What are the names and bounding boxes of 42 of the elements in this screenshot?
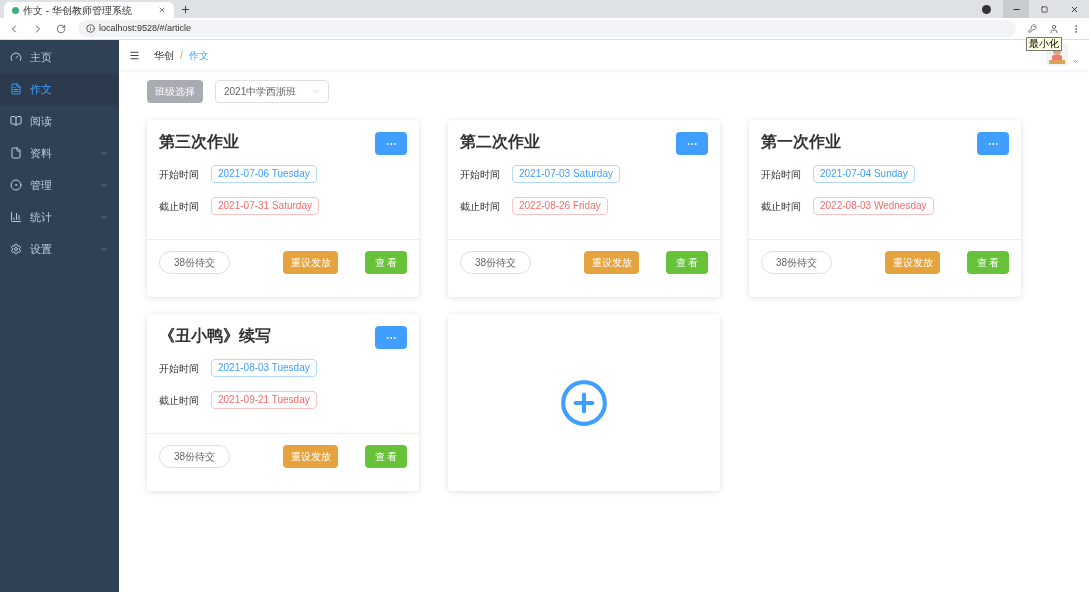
view-button[interactable]: 查 看 (967, 251, 1009, 274)
field-label: 开始时间 (159, 167, 199, 182)
sidebar-item[interactable]: 管理 (0, 169, 119, 201)
date-tag: 2021-09-21 Tuesday (211, 391, 317, 409)
view-button[interactable]: 查 看 (666, 251, 708, 274)
sidebar-item[interactable]: 统计 (0, 201, 119, 233)
card-title: 《丑小鸭》续写 (159, 326, 271, 346)
reset-button[interactable]: 重设发放 (283, 251, 338, 274)
view-button[interactable]: 查 看 (365, 445, 407, 468)
card-title: 第一次作业 (761, 132, 841, 152)
view-button[interactable]: 查 看 (365, 251, 407, 274)
breadcrumb-item[interactable]: 作文 (188, 47, 209, 63)
reset-button[interactable]: 重设发放 (283, 445, 338, 468)
field-label: 开始时间 (159, 361, 199, 376)
date-tag: 2021-07-03 Saturday (512, 165, 620, 183)
breadcrumb-item[interactable]: 华创 (154, 47, 174, 63)
address-bar[interactable]: localhost:9528/#/article (78, 20, 1016, 37)
reset-button[interactable]: 重设发放 (885, 251, 940, 274)
breadcrumb-separator: / (180, 48, 183, 63)
field-label: 截止时间 (159, 199, 199, 214)
sidebar-item[interactable]: 阅读 (0, 105, 119, 137)
date-tag: 2021-08-03 Tuesday (211, 359, 317, 377)
sidebar-item[interactable]: 作文 (0, 73, 119, 105)
card-title: 第二次作业 (460, 132, 540, 152)
date-tag: 2021-07-31 Saturday (211, 197, 319, 215)
date-tag: 2021-07-04 Sunday (813, 165, 915, 183)
field-label: 截止时间 (761, 199, 801, 214)
sidebar-item[interactable]: 主页 (0, 41, 119, 73)
date-tag: 2022-08-26 Friday (512, 197, 608, 215)
sidebar-item[interactable]: 资料 (0, 137, 119, 169)
date-tag: 2022-08-03 Wednesday (813, 197, 934, 215)
field-label: 截止时间 (159, 393, 199, 408)
reset-button[interactable]: 重设发放 (584, 251, 639, 274)
date-tag: 2021-07-06 Tuesday (211, 165, 317, 183)
class-dropdown[interactable]: 2021中学西浙班 (215, 80, 329, 103)
browser-tab[interactable]: 作文 - 华创教师管理系统 (4, 2, 174, 18)
field-label: 截止时间 (460, 199, 500, 214)
sidebar-item[interactable]: 设置 (0, 233, 119, 265)
field-label: 开始时间 (460, 167, 500, 182)
card-title: 第三次作业 (159, 132, 239, 152)
tooltip: 最小化 (1026, 37, 1062, 51)
field-label: 开始时间 (761, 167, 801, 182)
